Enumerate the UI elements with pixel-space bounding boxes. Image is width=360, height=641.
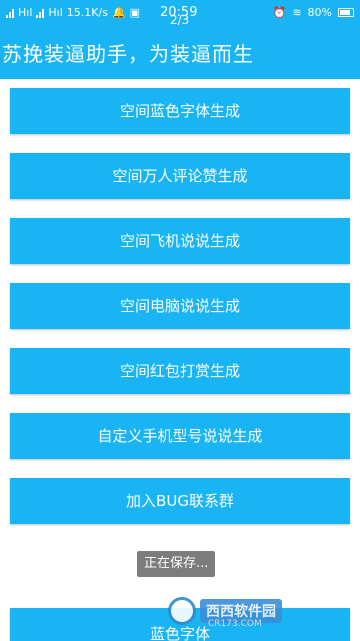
network-speed: 15.1K/s: [66, 6, 108, 19]
carrier-2: Hıl: [48, 6, 63, 19]
computer-post-generate-button[interactable]: 空间电脑说说生成: [10, 283, 350, 329]
custom-phone-model-post-button[interactable]: 自定义手机型号说说生成: [10, 413, 350, 459]
red-packet-tip-generate-button[interactable]: 空间红包打赏生成: [10, 348, 350, 394]
alarm-icon: ⏰: [272, 6, 287, 19]
notification-icon: 🔔: [111, 6, 126, 19]
battery-percent: 80%: [307, 6, 332, 19]
battery-icon: [338, 8, 354, 17]
blue-font-generate-button[interactable]: 空间蓝色字体生成: [10, 88, 350, 134]
signal-icon-1: [6, 8, 14, 18]
wifi-icon: ≋: [292, 6, 302, 19]
carrier-1: Hıl: [18, 6, 33, 19]
button-list: 空间蓝色字体生成 空间万人评论赞生成 空间飞机说说生成 空间电脑说说生成 空间红…: [10, 88, 350, 543]
s-app-icon: ▣: [129, 6, 141, 19]
app-title: 苏挽装逼助手，为装逼而生: [2, 42, 254, 66]
status-left: Hıl Hıl 15.1K/s 🔔 ▣: [6, 6, 140, 19]
watermark-site: CR173.COM: [208, 619, 262, 629]
signal-icon-2: [36, 8, 45, 18]
app-bar: 苏挽装逼助手，为装逼而生: [0, 25, 360, 79]
saving-toast: 正在保存...: [137, 551, 216, 577]
watermark: 西西软件园 CR173.COM: [168, 595, 338, 629]
join-bug-group-button[interactable]: 加入BUG联系群: [10, 478, 350, 524]
airplane-post-generate-button[interactable]: 空间飞机说说生成: [10, 218, 350, 264]
comment-likes-generate-button[interactable]: 空间万人评论赞生成: [10, 153, 350, 199]
watermark-logo-icon: [168, 597, 196, 625]
status-bar: Hıl Hıl 15.1K/s 🔔 ▣ 20:59 2/3 ⏰ ≋ 80%: [0, 0, 360, 27]
status-right: ⏰ ≋ 80%: [273, 6, 354, 19]
